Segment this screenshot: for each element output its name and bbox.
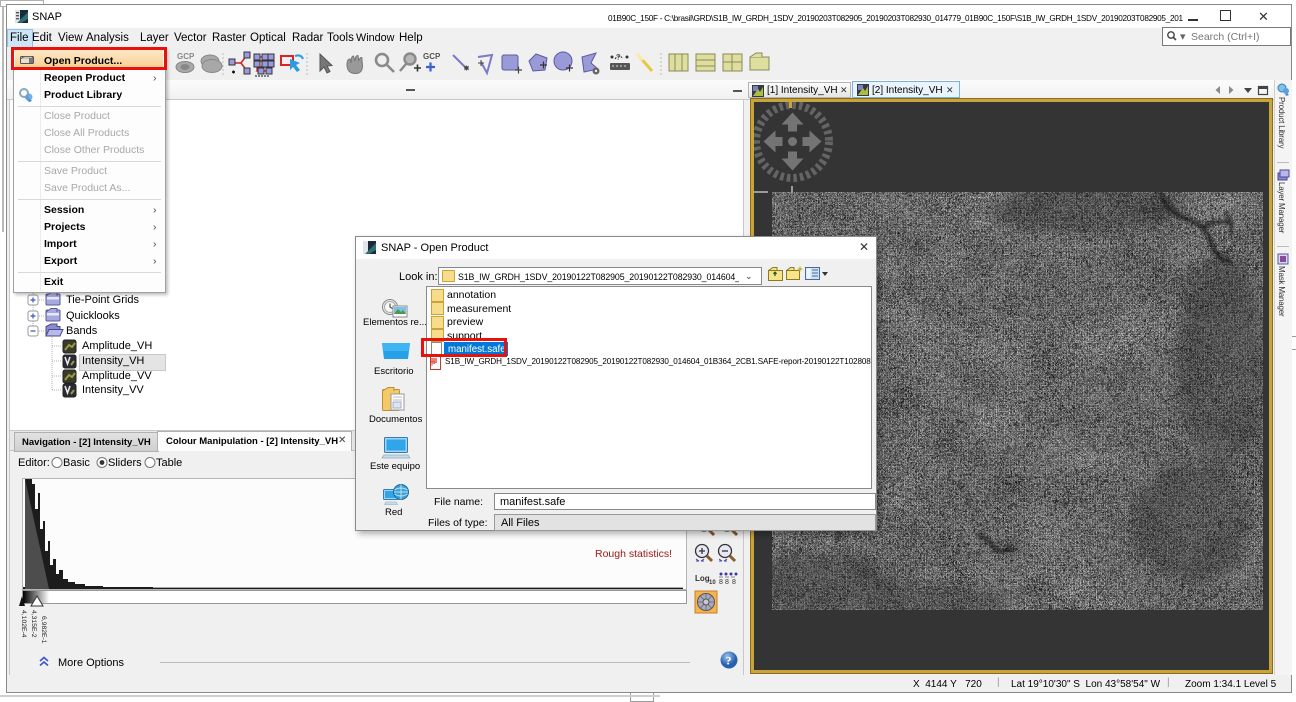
svg-text:?: ? bbox=[726, 654, 732, 668]
svg-text:10: 10 bbox=[709, 580, 716, 586]
svg-text:Log: Log bbox=[695, 574, 710, 583]
svg-text:8: 8 bbox=[732, 579, 736, 586]
svg-text:?: ? bbox=[616, 53, 621, 62]
svg-text:8: 8 bbox=[719, 579, 723, 586]
svg-text:GCP: GCP bbox=[423, 52, 441, 61]
svg-text:8: 8 bbox=[725, 579, 729, 586]
